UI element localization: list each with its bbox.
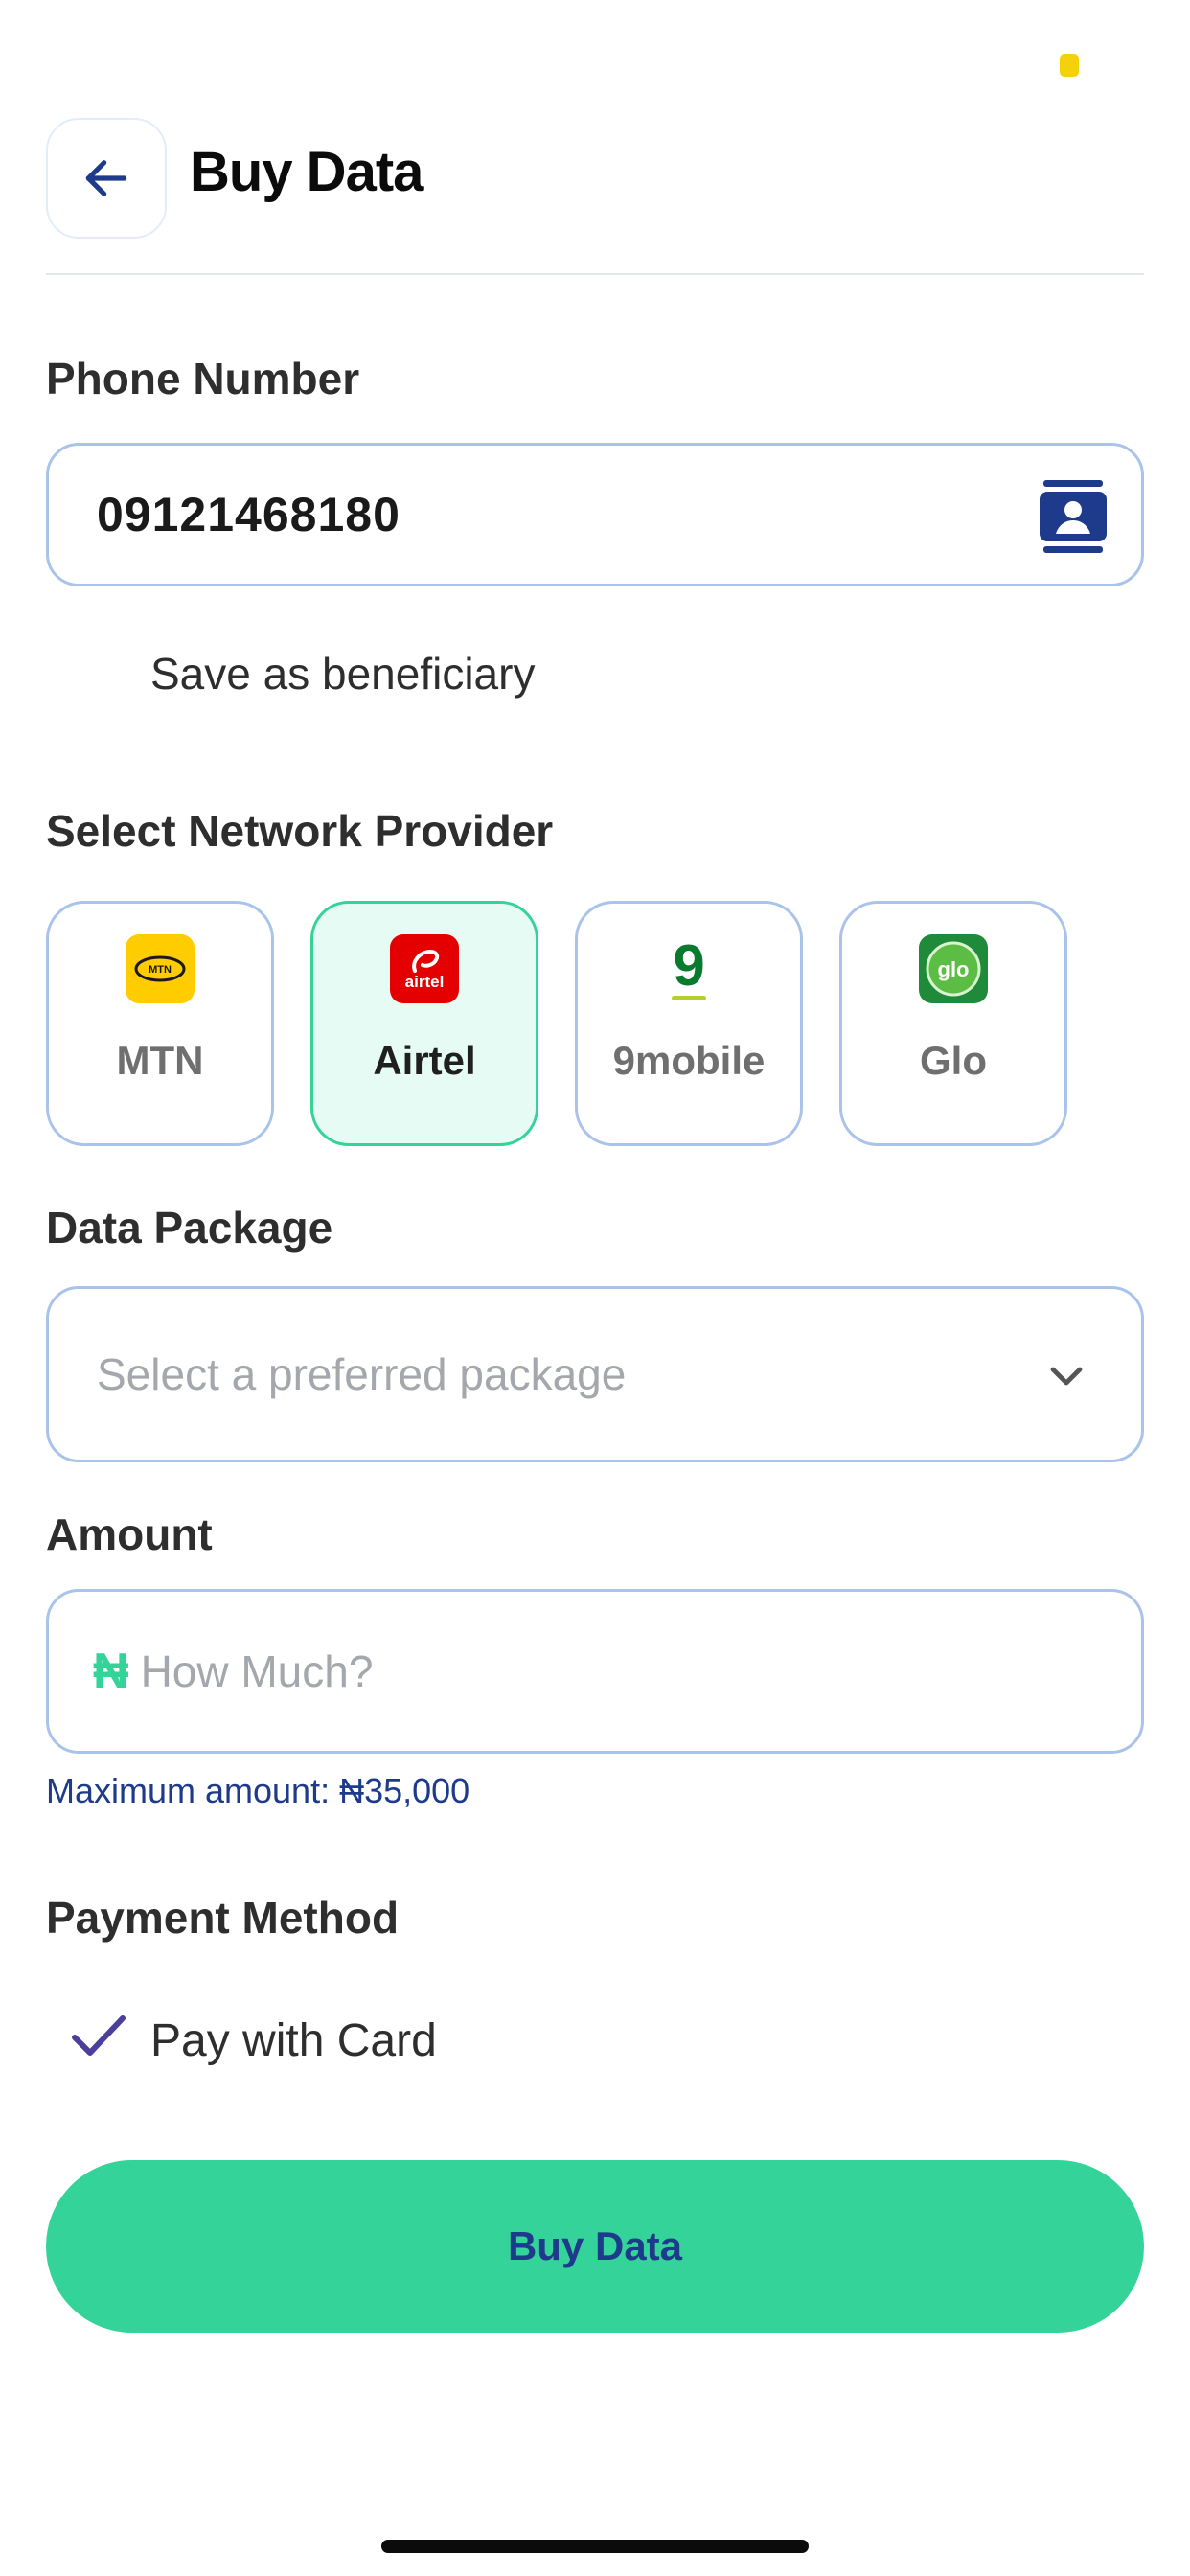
mtn-logo-icon: MTN [126,934,195,1003]
status-indicator [1060,54,1079,77]
home-indicator [381,2540,809,2553]
contacts-icon[interactable] [1040,480,1107,553]
amount-placeholder: How Much? [140,1646,374,1696]
provider-name: Glo [920,1038,987,1083]
page-title: Buy Data [190,141,423,203]
naira-icon: ₦ [93,1644,129,1699]
back-button[interactable] [46,118,167,239]
header-divider [46,273,1144,275]
chevron-down-icon [1050,1367,1083,1386]
save-beneficiary-label[interactable]: Save as beneficiary [150,648,535,700]
data-package-placeholder: Select a preferred package [97,1349,627,1399]
phone-number-label: Phone Number [46,354,360,403]
maximum-amount-note: Maximum amount: ₦35,000 [46,1771,470,1810]
svg-text:glo: glo [938,957,970,981]
svg-text:MTN: MTN [149,964,172,976]
provider-airtel[interactable]: airtel Airtel [310,901,538,1146]
data-package-select[interactable]: Select a preferred package [46,1286,1144,1462]
pay-with-card-option[interactable]: Pay with Card [150,2014,437,2067]
airtel-logo-icon: airtel [390,934,459,1003]
provider-glo[interactable]: glo Glo [839,901,1067,1146]
9mobile-logo-icon: 9 [654,934,723,1003]
amount-input[interactable]: ₦ How Much? [46,1589,1144,1754]
buy-data-button[interactable]: Buy Data [46,2160,1144,2333]
phone-number-value: 09121468180 [97,488,400,541]
provider-name: Airtel [373,1038,476,1083]
amount-label: Amount [46,1509,213,1559]
provider-mtn[interactable]: MTN MTN [46,901,274,1146]
network-provider-label: Select Network Provider [46,806,554,856]
provider-name: 9mobile [612,1038,766,1083]
data-package-label: Data Package [46,1203,333,1253]
glo-logo-icon: glo [919,934,988,1003]
checkmark-icon[interactable] [69,2012,128,2060]
phone-number-input[interactable]: 09121468180 [46,443,1144,586]
payment-method-label: Payment Method [46,1893,400,1943]
save-beneficiary-checkbox[interactable] [67,644,125,702]
arrow-left-icon [85,160,127,196]
provider-9mobile[interactable]: 9 9mobile [575,901,803,1146]
provider-name: MTN [116,1038,204,1083]
